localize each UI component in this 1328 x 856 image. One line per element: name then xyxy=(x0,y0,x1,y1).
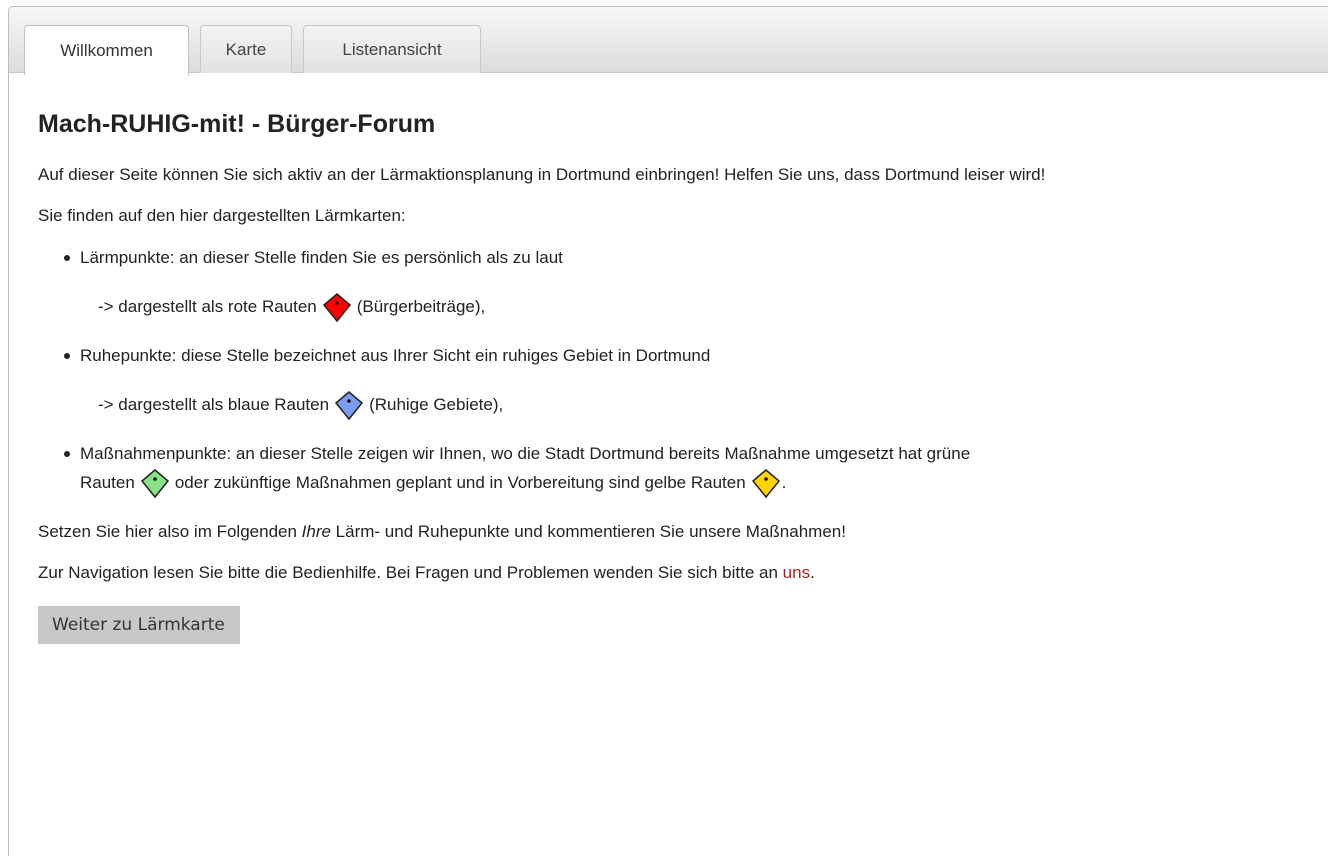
welcome-content: Mach-RUHIG-mit! - Bürger-Forum Auf diese… xyxy=(38,108,1328,644)
outro-part-a: Setzen Sie hier also im Folgenden xyxy=(38,522,302,541)
blue-rhombus-marker-icon xyxy=(335,391,364,421)
contact-link[interactable]: uns xyxy=(783,563,810,582)
list-item-subline: -> dargestellt als blaue Rauten (Ruhige … xyxy=(80,367,1328,443)
help-text: Zur Navigation lesen Sie bitte die Bedie… xyxy=(38,562,1328,584)
green-rhombus-marker-icon xyxy=(140,469,169,499)
list-item-text: Lärmpunkte: an dieser Stelle finden Sie … xyxy=(80,248,563,267)
help-text-end: . xyxy=(810,563,815,582)
subline-prefix: -> dargestellt als blaue Rauten xyxy=(98,395,330,414)
line2-part-c: . xyxy=(781,473,787,492)
list-item: Lärmpunkte: an dieser Stelle finden Sie … xyxy=(62,247,1328,345)
tab-listenansicht[interactable]: Listenansicht xyxy=(303,25,481,73)
outro-emphasis: Ihre xyxy=(301,522,331,541)
red-rhombus-marker-icon xyxy=(322,293,351,323)
tab-bar: Willkommen Karte Listenansicht xyxy=(9,7,1328,75)
tab-willkommen[interactable]: Willkommen xyxy=(24,25,189,75)
bullet-icon xyxy=(64,255,70,261)
tab-label: Listenansicht xyxy=(342,39,442,59)
bullet-icon xyxy=(64,451,70,457)
help-text-main: Zur Navigation lesen Sie bitte die Bedie… xyxy=(38,563,783,582)
outro-part-b: Lärm- und Ruhepunkte und kommentieren Si… xyxy=(330,522,846,541)
subline-suffix: (Bürgerbeiträge), xyxy=(356,297,486,316)
list-intro: Sie finden auf den hier dargestellten Lä… xyxy=(38,206,406,225)
list-item-subline: -> dargestellt als rote Rauten (Bürgerbe… xyxy=(80,269,1328,345)
line2-part-b: oder zukünftige Maßnahmen geplant und in… xyxy=(174,473,746,492)
page-title: Mach-RUHIG-mit! - Bürger-Forum xyxy=(38,110,436,138)
yellow-rhombus-marker-icon xyxy=(751,469,780,499)
tab-label: Willkommen xyxy=(60,40,153,60)
legend-list: Lärmpunkte: an dieser Stelle finden Sie … xyxy=(38,247,1328,499)
list-item-text: Maßnahmenpunkte: an dieser Stelle zeigen… xyxy=(80,444,971,463)
list-item-text: Ruhepunkte: diese Stelle bezeichnet aus … xyxy=(80,346,711,365)
subline-prefix: -> dargestellt als rote Rauten xyxy=(98,297,317,316)
list-item-line2: Rauten oder zukünftige Maßnahmen geplant… xyxy=(80,467,1320,499)
intro-text: Auf dieser Seite können Sie sich aktiv a… xyxy=(38,165,1046,184)
tab-karte[interactable]: Karte xyxy=(200,25,292,73)
line2-part-a: Rauten xyxy=(80,473,135,492)
tab-label: Karte xyxy=(225,39,267,59)
subline-suffix: (Ruhige Gebiete), xyxy=(369,395,504,414)
list-item: Ruhepunkte: diese Stelle bezeichnet aus … xyxy=(62,345,1328,443)
list-item: Maßnahmenpunkte: an dieser Stelle zeigen… xyxy=(62,443,1320,499)
bullet-icon xyxy=(64,353,70,359)
outro-text: Setzen Sie hier also im Folgenden Ihre L… xyxy=(38,521,1328,543)
continue-to-map-button[interactable]: Weiter zu Lärmkarte xyxy=(38,606,240,644)
